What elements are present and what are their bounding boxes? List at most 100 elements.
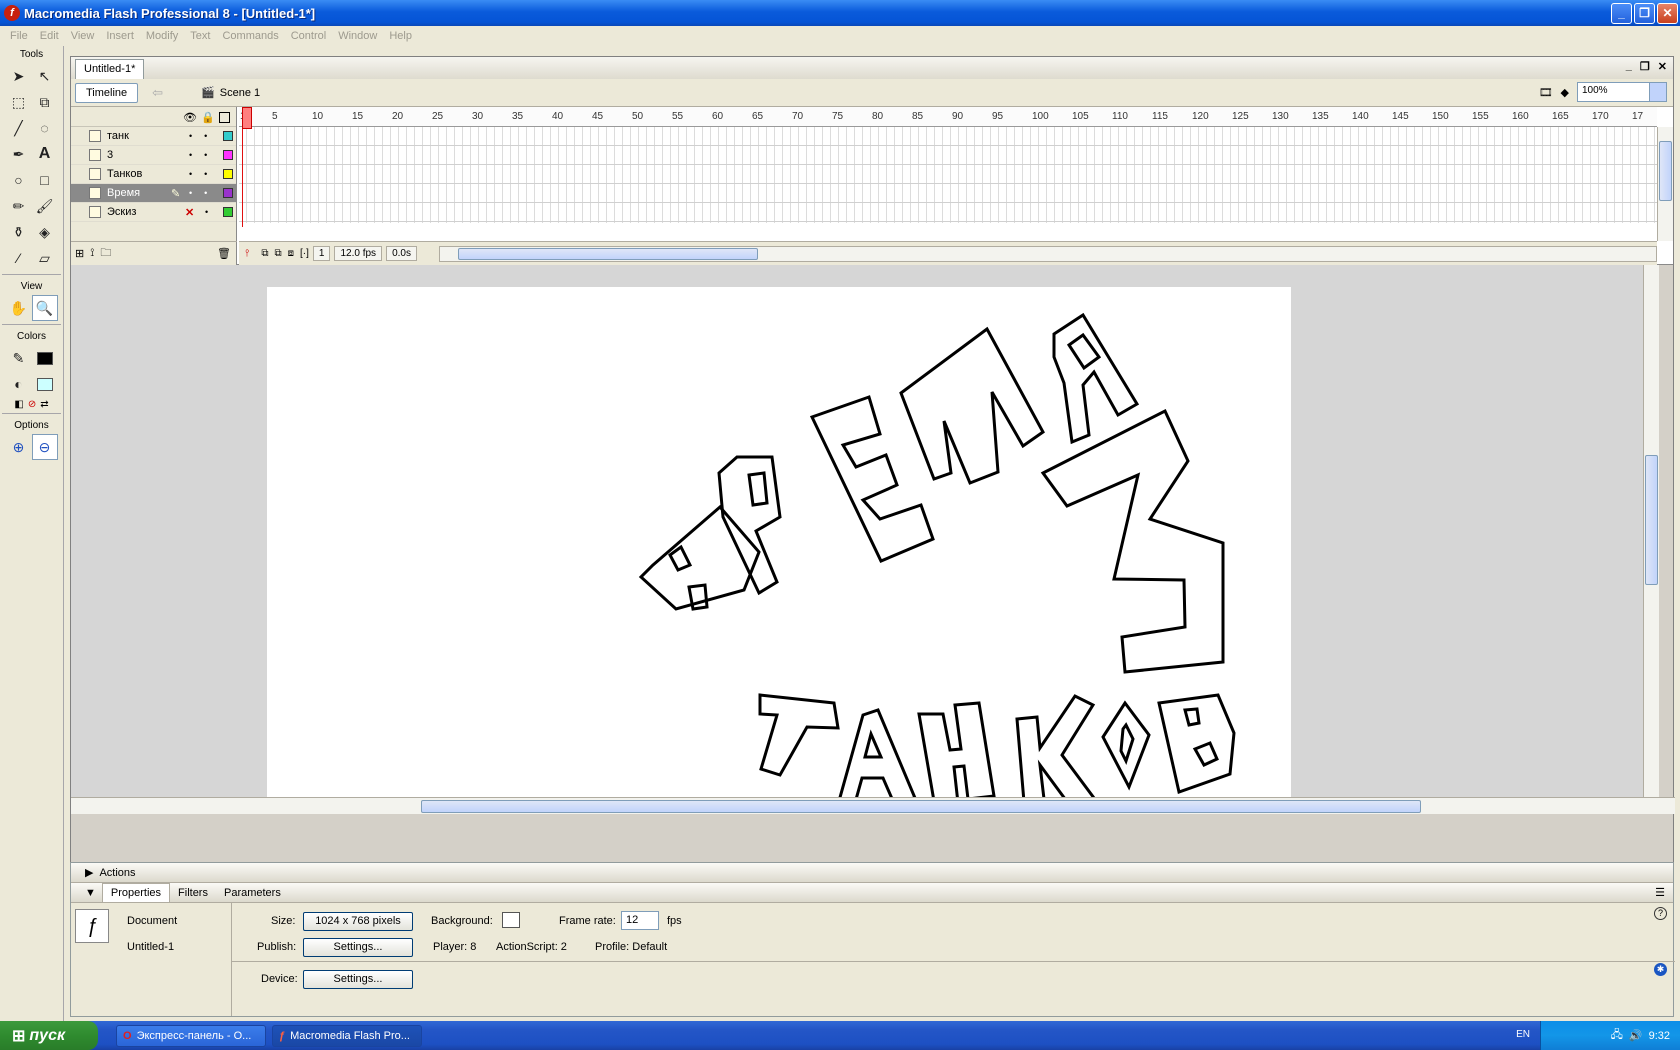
tray-volume-icon[interactable]: 🔊 xyxy=(1629,1029,1643,1042)
delete-layer-icon[interactable]: 🗑 xyxy=(217,247,231,260)
size-button[interactable]: 1024 x 768 pixels xyxy=(303,912,413,931)
eyedropper-tool-icon[interactable]: ⁄ xyxy=(6,245,32,271)
lasso-tool-icon[interactable]: ◌ xyxy=(32,115,58,141)
center-frame-icon[interactable]: ⫯ xyxy=(245,248,249,259)
modify-markers-icon[interactable]: [·] xyxy=(300,248,309,259)
menu-help[interactable]: Help xyxy=(383,30,418,42)
tray-clock[interactable]: 9:32 xyxy=(1649,1030,1670,1042)
layer-row-selected[interactable]: Время ✎ • • xyxy=(71,184,236,203)
rectangle-tool-icon[interactable]: □ xyxy=(32,167,58,193)
stage-drawing[interactable] xyxy=(267,287,1291,797)
menu-file[interactable]: File xyxy=(4,30,34,42)
frame-rate-input[interactable]: 12 xyxy=(621,911,659,930)
zoom-tool-icon[interactable]: 🔍 xyxy=(31,295,58,321)
layer-row[interactable]: танк • • xyxy=(71,127,236,146)
stage[interactable] xyxy=(267,287,1291,797)
swap-colors-icon[interactable]: ⇄ xyxy=(40,399,48,410)
back-arrow-icon[interactable]: ⇦ xyxy=(152,85,163,101)
frame-ruler[interactable]: 1 5 10 15 20 25 30 35 40 45 50 55 60 65 70 75 80 85 90 95 10… xyxy=(239,107,1657,127)
menu-edit[interactable]: Edit xyxy=(34,30,65,42)
eye-icon[interactable]: 👁 xyxy=(183,111,197,124)
tray-network-icon[interactable]: 🖧 xyxy=(1611,1026,1623,1045)
layer-outline-color[interactable] xyxy=(223,188,233,198)
doc-minimize-icon[interactable]: _ xyxy=(1626,60,1632,73)
layer-row[interactable]: Эскиз ✕ • xyxy=(71,203,236,222)
stage-hscroll-thumb[interactable] xyxy=(421,800,1421,813)
layer-outline-color[interactable] xyxy=(223,131,233,141)
paint-bucket-tool-icon[interactable]: ◈ xyxy=(32,219,58,245)
insert-folder-icon[interactable]: 🗀 xyxy=(100,244,111,263)
hidden-x-icon[interactable]: ✕ xyxy=(185,206,194,219)
timeline-vscrollbar[interactable] xyxy=(1657,127,1673,241)
free-transform-tool-icon[interactable]: ⬚ xyxy=(6,89,32,115)
frame-grid[interactable] xyxy=(239,127,1657,223)
menu-modify[interactable]: Modify xyxy=(140,30,184,42)
layer-outline-color[interactable] xyxy=(223,207,233,217)
layer-outline-color[interactable] xyxy=(223,150,233,160)
stroke-color-swatch[interactable] xyxy=(32,345,58,371)
actions-panel-label[interactable]: Actions xyxy=(99,867,135,879)
playhead[interactable] xyxy=(242,107,252,227)
layer-row[interactable]: Танков • • xyxy=(71,165,236,184)
menu-insert[interactable]: Insert xyxy=(100,30,140,42)
stage-vscroll-thumb[interactable] xyxy=(1645,455,1658,585)
start-button[interactable]: ⊞ пуск xyxy=(0,1021,98,1050)
help-icon[interactable]: ? xyxy=(1654,907,1667,920)
layer-row[interactable]: 3 • • xyxy=(71,146,236,165)
outline-icon[interactable] xyxy=(219,112,230,123)
menu-view[interactable]: View xyxy=(65,30,101,42)
background-color-swatch[interactable] xyxy=(502,912,520,928)
close-button[interactable]: ✕ xyxy=(1657,3,1678,24)
expand-arrow-icon[interactable]: ▶ xyxy=(85,866,93,879)
frame-area[interactable]: 1 5 10 15 20 25 30 35 40 45 50 55 60 65 70 75 80 85 90 95 10… xyxy=(239,107,1657,265)
text-tool-icon[interactable]: A xyxy=(32,141,58,167)
edit-symbols-icon[interactable]: ◆ xyxy=(1561,86,1569,99)
hand-tool-icon[interactable]: ✋ xyxy=(6,295,32,321)
document-tab[interactable]: Untitled-1* xyxy=(75,59,145,79)
tab-filters[interactable]: Filters xyxy=(170,884,216,902)
zoom-in-icon[interactable]: ⊕ xyxy=(6,434,32,460)
doc-close-icon[interactable]: ✕ xyxy=(1658,60,1667,73)
onion-skin-icon[interactable]: ⧉ xyxy=(261,248,268,259)
tab-properties[interactable]: Properties xyxy=(101,883,171,902)
menu-commands[interactable]: Commands xyxy=(216,30,284,42)
selection-tool-icon[interactable]: ➤ xyxy=(6,63,32,89)
add-guide-layer-icon[interactable]: ⟟ xyxy=(90,247,94,260)
timeline-hscrollbar[interactable] xyxy=(439,246,1657,262)
tab-parameters[interactable]: Parameters xyxy=(216,884,289,902)
taskbar-opera[interactable]: O Экспресс-панель - O... xyxy=(116,1024,266,1047)
fill-transform-tool-icon[interactable]: ⧉ xyxy=(32,89,58,115)
stage-vscrollbar[interactable] xyxy=(1643,265,1659,797)
timeline-scroll-thumb[interactable] xyxy=(458,248,758,260)
stage-area[interactable] xyxy=(71,265,1659,797)
edit-scene-icon[interactable]: 🎞 xyxy=(1539,86,1553,99)
zoom-select[interactable]: 100% xyxy=(1577,82,1667,102)
timeline-toggle-button[interactable]: Timeline xyxy=(75,82,139,103)
zoom-out-icon[interactable]: ⊖ xyxy=(31,434,58,460)
subselection-tool-icon[interactable]: ↖ xyxy=(32,63,58,89)
device-settings-button[interactable]: Settings... xyxy=(303,970,413,989)
menu-window[interactable]: Window xyxy=(332,30,383,42)
stage-hscrollbar[interactable] xyxy=(71,797,1675,814)
onion-outline-icon[interactable]: ⧉ xyxy=(275,248,282,259)
pen-tool-icon[interactable]: ✒ xyxy=(6,141,32,167)
menu-text[interactable]: Text xyxy=(184,30,216,42)
doc-restore-icon[interactable]: ❐ xyxy=(1640,60,1650,73)
edit-multiple-icon[interactable]: ⧈ xyxy=(288,248,294,259)
fill-color-swatch[interactable] xyxy=(32,371,58,397)
minimize-button[interactable]: _ xyxy=(1611,3,1632,24)
panel-menu-icon[interactable]: ☰ xyxy=(1655,886,1665,899)
taskbar-flash[interactable]: ƒ Macromedia Flash Pro... xyxy=(272,1024,422,1047)
no-color-icon[interactable]: ⊘ xyxy=(28,399,36,410)
ink-bottle-tool-icon[interactable]: ⚱ xyxy=(6,219,32,245)
pencil-tool-icon[interactable]: ✏ xyxy=(6,193,32,219)
publish-settings-button[interactable]: Settings... xyxy=(303,938,413,957)
lock-icon[interactable]: 🔒 xyxy=(201,111,215,124)
menu-control[interactable]: Control xyxy=(285,30,332,42)
language-indicator[interactable]: EN xyxy=(1516,1029,1530,1040)
line-tool-icon[interactable]: ╱ xyxy=(6,115,32,141)
layer-outline-color[interactable] xyxy=(223,169,233,179)
accessibility-icon[interactable]: ✱ xyxy=(1654,963,1667,976)
timeline-vscroll-thumb[interactable] xyxy=(1659,141,1672,201)
oval-tool-icon[interactable]: ○ xyxy=(6,167,32,193)
